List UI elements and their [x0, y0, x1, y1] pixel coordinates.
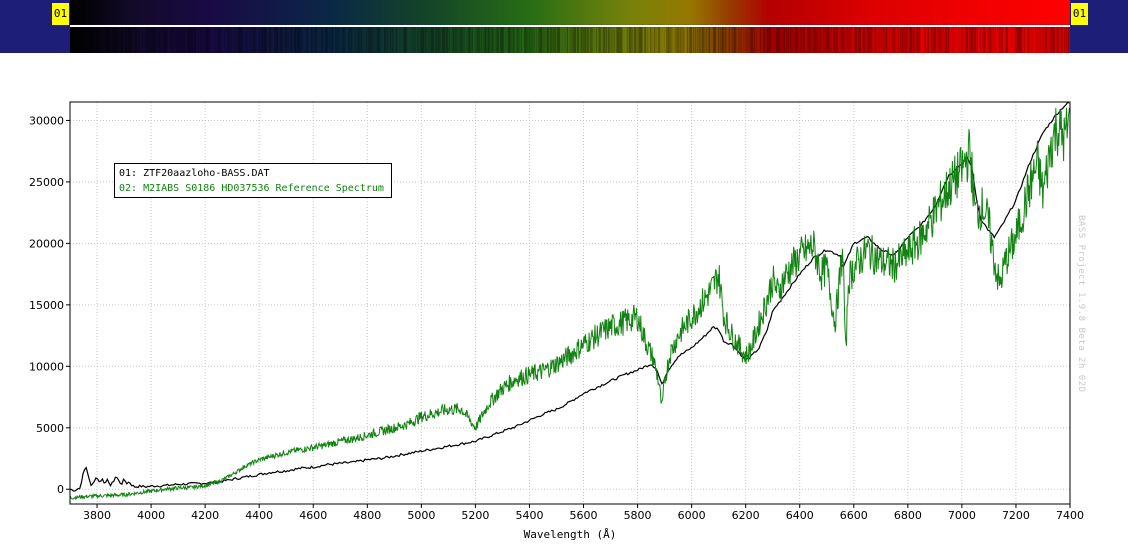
x-tick-label: 4800 — [353, 509, 381, 522]
x-tick-label: 4000 — [137, 509, 165, 522]
x-tick-label: 7400 — [1056, 509, 1084, 522]
x-tick-label: 6600 — [840, 509, 868, 522]
spectrum-plot[interactable]: 3800 4000 4200 4400 4600 4800 5000 5200 5400 5600… — [0, 0, 1128, 550]
x-tick-label: 4400 — [245, 509, 273, 522]
x-tick-label: 7000 — [948, 509, 976, 522]
x-tick-label: 5800 — [624, 509, 652, 522]
x-axis-title: Wavelength (Å) — [524, 528, 617, 541]
series-line-1 — [69, 102, 1070, 492]
x-tick-label: 7200 — [1002, 509, 1030, 522]
y-tick-label: 5000 — [36, 422, 64, 435]
x-tick-label: 5600 — [570, 509, 598, 522]
x-tick-label: 6000 — [678, 509, 706, 522]
x-tick-label: 5200 — [461, 509, 489, 522]
y-axis-ticks: 0 5000 10000 15000 20000 25000 30000 — [29, 114, 70, 496]
x-tick-label: 6200 — [732, 509, 760, 522]
x-tick-label: 4200 — [191, 509, 219, 522]
x-tick-label: 6800 — [894, 509, 922, 522]
y-tick-label: 25000 — [29, 176, 64, 189]
y-tick-label: 15000 — [29, 299, 64, 312]
x-axis-ticks: 3800 4000 4200 4400 4600 4800 5000 5200 5400 5600… — [83, 504, 1084, 522]
legend-entry-01: 01: ZTF20aazloho-BASS.DAT — [119, 168, 270, 179]
x-tick-label: 4600 — [299, 509, 327, 522]
y-tick-label: 10000 — [29, 360, 64, 373]
watermark-text: BASS Project 1.9.8 Beta 2h 02D — [1076, 215, 1086, 393]
y-tick-label: 20000 — [29, 237, 64, 250]
y-tick-label: 0 — [57, 483, 64, 496]
legend: 01: ZTF20aazloho-BASS.DAT 02: M2IABS S01… — [114, 163, 392, 198]
x-tick-label: 5000 — [407, 509, 435, 522]
x-tick-label: 3800 — [83, 509, 111, 522]
legend-entry-02: 02: M2IABS S0186 HD037536 Reference Spec… — [119, 183, 384, 194]
x-tick-label: 5400 — [515, 509, 543, 522]
y-tick-label: 30000 — [29, 114, 64, 127]
x-tick-label: 6400 — [786, 509, 814, 522]
